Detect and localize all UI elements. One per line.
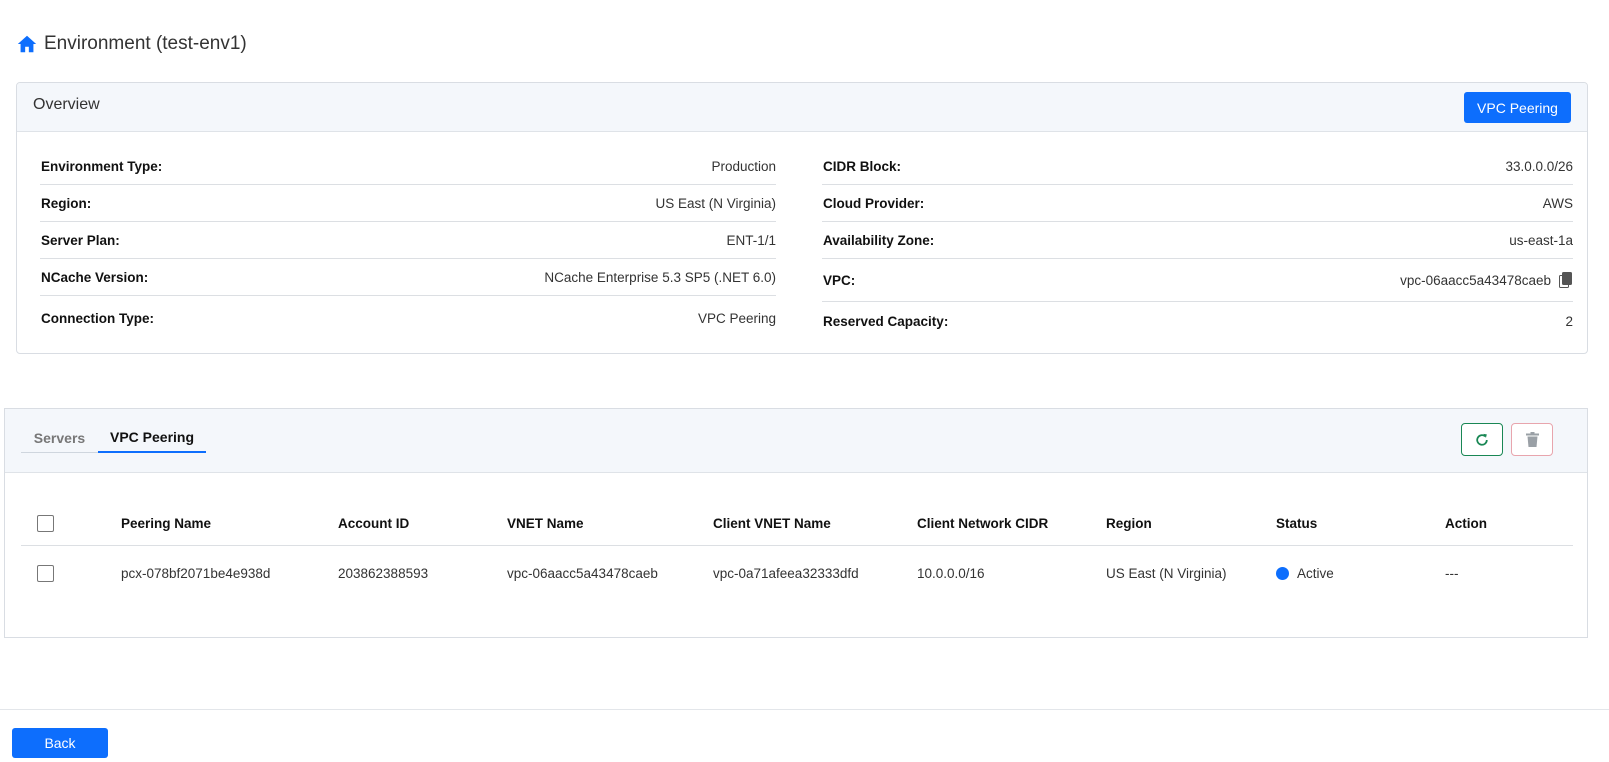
select-all-cell [21, 501, 121, 546]
account-id-cell: 203862388593 [338, 565, 429, 581]
footer-divider [0, 709, 1609, 710]
detail-row-server-plan: Server Plan: ENT-1/1 [40, 222, 776, 259]
detail-row-ncache-version: NCache Version: NCache Enterprise 5.3 SP… [40, 259, 776, 296]
vnet-name-cell: vpc-06aacc5a43478caeb [507, 565, 658, 581]
detail-value-vpc: vpc-06aacc5a43478caeb [1400, 272, 1573, 288]
detail-value: ENT-1/1 [726, 232, 776, 248]
detail-row-cloud-provider: Cloud Provider: AWS [822, 185, 1573, 222]
detail-value: Production [711, 158, 776, 174]
row-checkbox[interactable] [37, 564, 54, 582]
peering-name-cell: pcx-078bf2071be4e938d [121, 565, 271, 581]
page-title: Environment (test-env1) [16, 32, 247, 56]
overview-card: Overview VPC Peering Environment Type: P… [16, 82, 1588, 354]
refresh-button[interactable] [1461, 423, 1503, 456]
column-header: Status [1276, 501, 1445, 546]
region-cell: US East (N Virginia) [1106, 565, 1227, 581]
client-network-cidr-cell: 10.0.0.0/16 [917, 565, 985, 581]
detail-value: us-east-1a [1509, 232, 1573, 248]
vpc-peering-button[interactable]: VPC Peering [1464, 92, 1571, 123]
detail-value: AWS [1542, 195, 1573, 211]
home-icon[interactable] [16, 33, 38, 55]
status-dot-icon [1276, 567, 1289, 581]
column-header: Client Network CIDR [917, 501, 1106, 546]
overview-right-details: CIDR Block: 33.0.0.0/26 Cloud Provider: … [822, 148, 1573, 340]
detail-value: 33.0.0.0/26 [1505, 158, 1573, 174]
client-vnet-name-cell: vpc-0a71afeea32333dfd [713, 565, 859, 581]
detail-label: Reserved Capacity: [823, 313, 949, 329]
detail-label: NCache Version: [41, 269, 149, 285]
detail-label: Cloud Provider: [823, 195, 925, 211]
column-header: Client VNET Name [713, 501, 917, 546]
column-header: Account ID [338, 501, 507, 546]
vpc-peering-table: Peering Name Account ID VNET Name Client… [21, 501, 1573, 600]
action-cell: --- [1445, 565, 1459, 581]
table-row: pcx-078bf2071be4e938d 203862388593 vpc-0… [21, 546, 1573, 601]
delete-button[interactable] [1511, 423, 1553, 456]
column-header: VNET Name [507, 501, 713, 546]
copy-icon[interactable] [1559, 272, 1573, 288]
detail-label: CIDR Block: [823, 158, 902, 174]
detail-row-cidr-block: CIDR Block: 33.0.0.0/26 [822, 148, 1573, 185]
detail-row-reserved-capacity: Reserved Capacity: 2 [822, 302, 1573, 340]
overview-title: Overview [33, 96, 100, 113]
detail-row-availability-zone: Availability Zone: us-east-1a [822, 222, 1573, 259]
detail-label: Server Plan: [41, 232, 120, 248]
column-header: Action [1445, 501, 1573, 546]
tabs-header: Servers VPC Peering [5, 409, 1587, 473]
status-text: Active [1297, 565, 1334, 581]
column-header: Peering Name [121, 501, 338, 546]
detail-label: Region: [41, 195, 92, 211]
detail-label: Connection Type: [41, 310, 154, 326]
row-select-cell [21, 546, 121, 601]
overview-header: Overview VPC Peering [17, 83, 1587, 132]
tab-servers[interactable]: Servers [21, 423, 98, 453]
detail-row-vpc: VPC: vpc-06aacc5a43478caeb [822, 259, 1573, 302]
detail-label: VPC: [823, 272, 856, 288]
detail-label: Environment Type: [41, 158, 163, 174]
detail-row-region: Region: US East (N Virginia) [40, 185, 776, 222]
detail-value: 2 [1565, 313, 1573, 329]
detail-value: NCache Enterprise 5.3 SP5 (.NET 6.0) [544, 269, 776, 285]
table-header-row: Peering Name Account ID VNET Name Client… [21, 501, 1573, 546]
page-title-text: Environment (test-env1) [44, 33, 247, 54]
tabs-card: Servers VPC Peering Peering Name Account… [4, 408, 1588, 638]
column-header: Region [1106, 501, 1276, 546]
detail-row-connection-type: Connection Type: VPC Peering [40, 296, 776, 340]
vpc-id-text: vpc-06aacc5a43478caeb [1400, 272, 1551, 288]
detail-value: US East (N Virginia) [655, 195, 776, 211]
detail-label: Availability Zone: [823, 232, 935, 248]
tab-vpc-peering[interactable]: VPC Peering [98, 423, 206, 453]
back-button[interactable]: Back [12, 728, 108, 758]
trash-icon [1525, 432, 1539, 447]
overview-left-details: Environment Type: Production Region: US … [40, 148, 776, 340]
select-all-checkbox[interactable] [37, 514, 54, 532]
refresh-icon [1475, 433, 1489, 447]
detail-value: VPC Peering [697, 310, 776, 326]
status-cell: Active [1276, 546, 1445, 601]
detail-row-environment-type: Environment Type: Production [40, 148, 776, 185]
